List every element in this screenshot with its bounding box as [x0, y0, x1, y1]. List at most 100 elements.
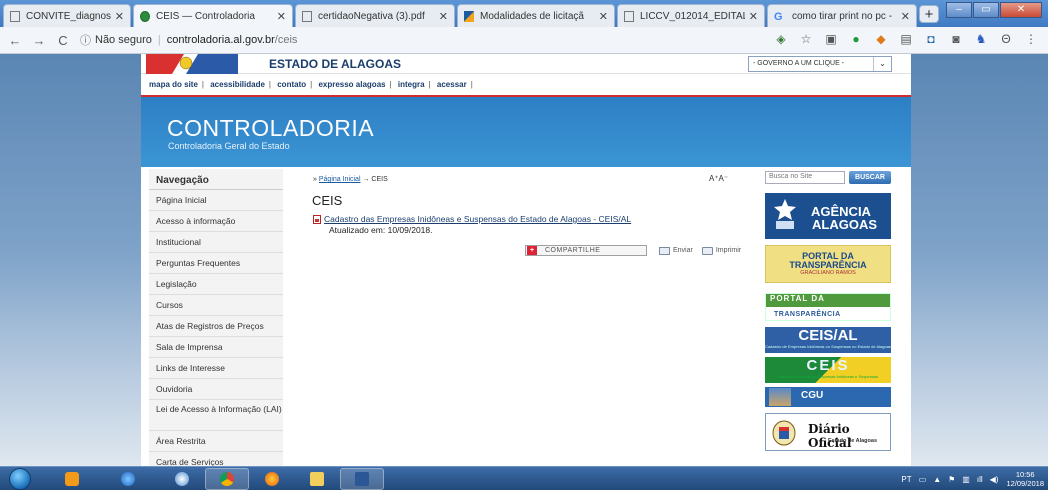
translate-icon[interactable]: ◈	[774, 32, 788, 46]
internet-explorer-icon	[121, 472, 135, 486]
banner-subtitle: Controladoria Geral do Estado	[168, 141, 290, 151]
search-input[interactable]: Busca no Site	[765, 171, 845, 184]
info-icon[interactable]: ⓘ	[80, 32, 91, 48]
link-contato[interactable]: contato	[277, 80, 306, 89]
browser-tab-5[interactable]: LICCV_012014_EDITAL_C ✕	[617, 4, 765, 27]
search-button[interactable]: BUSCAR	[849, 171, 891, 184]
share-button[interactable]: + COMPARTILHE	[525, 245, 647, 256]
agencia-alagoas-banner[interactable]: AGÊNCIA ALAGOAS	[765, 193, 891, 239]
link-integra[interactable]: integra	[398, 80, 425, 89]
print-button[interactable]: Imprimir	[701, 246, 741, 255]
ceis-nacional-banner[interactable]: CEIS Cadastro Nacional de Empresas Inidô…	[765, 357, 891, 383]
profile-icon[interactable]: Θ	[999, 32, 1013, 46]
link-expresso-alagoas[interactable]: expresso alagoas	[318, 80, 385, 89]
browser-tab-4[interactable]: Modalidades de licitaçã ✕	[457, 4, 615, 27]
tab-label: Modalidades de licitaçã	[480, 10, 584, 22]
close-icon[interactable]: ✕	[439, 10, 448, 23]
close-icon[interactable]: ✕	[749, 10, 758, 23]
volume-icon[interactable]: ◀)	[990, 475, 999, 484]
breadcrumb-home-link[interactable]: Página Inicial	[319, 176, 361, 183]
doc-link[interactable]: Cadastro das Empresas Inidôneas e Suspen…	[313, 214, 631, 224]
minimize-button[interactable]: –	[946, 2, 972, 18]
taskbar-media-player[interactable]	[50, 468, 94, 490]
sidebar-item-acesso-informacao[interactable]: Acesso à informação	[149, 211, 283, 232]
share-actions: + COMPARTILHE Enviar Imprimir	[525, 245, 741, 256]
taskbar-app[interactable]	[160, 468, 204, 490]
font-size-control[interactable]: A⁺A⁻	[709, 174, 728, 183]
link-acessibilidade[interactable]: acessibilidade	[210, 80, 265, 89]
address-bar[interactable]: ⓘ Não seguro | controladoria.al.gov.br/c…	[80, 30, 780, 51]
browser-tab-6[interactable]: G como tirar print no pc - ✕	[767, 4, 917, 27]
sidebar-item-lai[interactable]: Lei de Acesso à Informação (LAI)	[149, 400, 283, 431]
sidebar-item-atas-registros[interactable]: Atas de Registros de Preços	[149, 316, 283, 337]
clock[interactable]: 10:56 12/09/2018	[1006, 470, 1044, 488]
keyboard-icon[interactable]: ▭	[919, 475, 927, 484]
page-container: ESTADO DE ALAGOAS - GOVERNO A UM CLIQUE …	[141, 54, 911, 466]
link-mapa-do-site[interactable]: mapa do site	[149, 80, 198, 89]
reload-icon[interactable]: C	[54, 33, 72, 48]
grammarly-icon[interactable]: ●	[849, 32, 863, 46]
signal-icon[interactable]: ıll	[977, 475, 983, 484]
browser-tab-1[interactable]: CONVITE_diagnostico_n ✕	[3, 4, 131, 27]
doc-link-text[interactable]: Cadastro das Empresas Inidôneas e Suspen…	[324, 214, 631, 224]
taskbar-file-explorer[interactable]	[295, 468, 339, 490]
back-icon[interactable]: ←	[6, 33, 24, 48]
chevron-up-icon[interactable]: ▲	[933, 475, 941, 484]
sidebar-item-carta-servicos[interactable]: Carta de Serviços	[149, 452, 283, 466]
browser-toolbar: ← → C ⓘ Não seguro | controladoria.al.go…	[0, 27, 1048, 54]
extension-icon[interactable]: ▤	[899, 32, 913, 46]
language-indicator[interactable]: PT	[901, 475, 911, 484]
sidebar-item-links-interesse[interactable]: Links de Interesse	[149, 358, 283, 379]
sidebar-item-pagina-inicial[interactable]: Página Inicial	[149, 190, 283, 211]
close-icon[interactable]: ✕	[599, 10, 608, 23]
close-icon[interactable]: ✕	[901, 10, 910, 23]
banner-title[interactable]: CONTROLADORIA	[167, 115, 374, 142]
sidebar-item-cursos[interactable]: Cursos	[149, 295, 283, 316]
sidebar-item-legislacao[interactable]: Legislação	[149, 274, 283, 295]
new-tab-button[interactable]: +	[919, 5, 939, 23]
google-icon: G	[774, 10, 783, 23]
extension-icons: ◈ ☆ ▣ ● ◆ ▤ ◘ ◙ ♞ Θ ⋮	[763, 32, 1038, 46]
link-acessar[interactable]: acessar	[437, 80, 467, 89]
browser-tab-3[interactable]: certidaoNegativa (3).pdf ✕	[295, 4, 455, 27]
taskbar-firefox[interactable]	[250, 468, 294, 490]
sidebar-item-ouvidoria[interactable]: Ouvidoria	[149, 379, 283, 400]
start-button[interactable]	[9, 468, 31, 490]
top-links: mapa do site | acessibilidade | contato | e…	[141, 75, 911, 95]
right-column: Busca no Site BUSCAR AGÊNCIA ALAGOAS POR…	[757, 169, 905, 466]
extension-icon[interactable]: ♞	[974, 32, 988, 46]
taskbar-chrome[interactable]	[205, 468, 249, 490]
sidebar-item-sala-imprensa[interactable]: Sala de Imprensa	[149, 337, 283, 358]
document-icon	[624, 10, 634, 22]
close-window-button[interactable]: ✕	[1000, 2, 1042, 18]
sidebar-item-perguntas-frequentes[interactable]: Perguntas Frequentes	[149, 253, 283, 274]
email-icon	[659, 246, 670, 255]
star-icon[interactable]: ☆	[799, 32, 813, 46]
maximize-button[interactable]: ▭	[973, 2, 999, 18]
alagoas-flag-icon	[146, 54, 238, 74]
cgu-banner[interactable]: CGU	[765, 387, 891, 407]
action-center-icon[interactable]: ⚑	[948, 475, 955, 484]
close-icon[interactable]: ✕	[277, 10, 286, 23]
portal-transparencia-graciliano-banner[interactable]: PORTAL DA TRANSPARÊNCIA GRACILIANO RAMOS	[765, 245, 891, 283]
network-icon[interactable]: ▥	[962, 475, 970, 484]
extension-icon[interactable]: ◙	[949, 32, 963, 46]
gov-select[interactable]: - GOVERNO A UM CLIQUE - ⌄	[748, 56, 892, 72]
diario-oficial-banner[interactable]: Diário Oficial Estado de Alagoas	[765, 413, 891, 451]
forward-icon[interactable]: →	[30, 33, 48, 48]
portal-da-transparencia-banner[interactable]: PORTAL DA TRANSPARÊNCIA	[765, 293, 891, 321]
folder-icon	[310, 472, 324, 486]
close-icon[interactable]: ✕	[115, 10, 124, 23]
send-button[interactable]: Enviar	[659, 246, 693, 255]
taskbar-word[interactable]	[340, 468, 384, 490]
menu-icon[interactable]: ⋮	[1024, 32, 1038, 46]
sidebar-item-area-restrita[interactable]: Área Restrita	[149, 431, 283, 452]
extension-icon[interactable]: ◘	[924, 32, 938, 46]
sidebar-item-institucional[interactable]: Institucional	[149, 232, 283, 253]
ceis-al-banner[interactable]: CEIS/AL Cadastro de Empresas Inidôneas o…	[765, 327, 891, 353]
extension-icon[interactable]: ◆	[874, 32, 888, 46]
browser-tab-2[interactable]: CEIS — Controladoria ✕	[133, 4, 293, 27]
taskbar-internet-explorer[interactable]	[106, 468, 150, 490]
breadcrumb-current: CEIS	[371, 176, 388, 183]
extension-icon[interactable]: ▣	[824, 32, 838, 46]
